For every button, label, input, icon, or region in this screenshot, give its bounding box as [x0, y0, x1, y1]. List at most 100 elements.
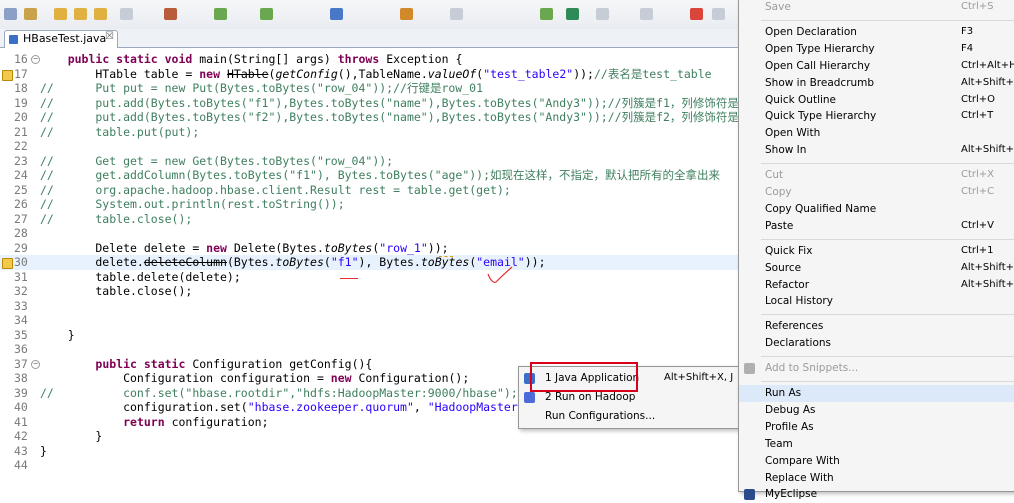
code-line[interactable]: 24 // get.addColumn(Bytes.toBytes("f1"), …: [0, 168, 738, 183]
toolbar-icon[interactable]: [54, 8, 67, 20]
code-line[interactable]: 17 HTable table = new HTable(getConfig()…: [0, 67, 738, 82]
menu-item-replace-with[interactable]: Replace With: [739, 470, 1014, 487]
warning-marker-icon[interactable]: [2, 258, 13, 269]
menu-item-show-in-breadcrumb[interactable]: Show in Breadcrumb Alt+Shift+B: [739, 75, 1014, 92]
toolbar-icon[interactable]: [712, 8, 725, 20]
menu-item-open-declaration[interactable]: Open Declaration F3: [739, 24, 1014, 41]
code-line[interactable]: 26 // System.out.println(rest.toString())…: [0, 197, 738, 212]
menu-item-label: Show In: [765, 144, 807, 157]
menu-item-profile-as[interactable]: Profile As: [739, 419, 1014, 436]
menu-item-debug-as[interactable]: Debug As: [739, 402, 1014, 419]
line-number: 43: [14, 443, 28, 458]
code-line[interactable]: 36: [0, 342, 738, 357]
toolbar-icon[interactable]: [4, 8, 17, 20]
menu-item-quick-outline[interactable]: Quick Outline Ctrl+O: [739, 92, 1014, 109]
code-line[interactable]: 43}: [0, 444, 738, 459]
menu-item-paste[interactable]: Paste Ctrl+V: [739, 218, 1014, 235]
close-icon[interactable]: ☒: [105, 31, 114, 42]
toolbar-icon[interactable]: [400, 8, 413, 20]
tab-hbasetest-java[interactable]: HBaseTest.java ☒: [4, 30, 118, 48]
line-number: 42: [14, 429, 28, 443]
toolbar-icon[interactable]: [690, 8, 703, 20]
code-line[interactable]: 31 table.delete(delete);: [0, 270, 738, 285]
line-number: 31: [14, 269, 28, 284]
line-number: 22: [14, 139, 28, 153]
menu-item-open-with[interactable]: Open With: [739, 125, 1014, 142]
code-text: public static void main(String[] args) t…: [67, 52, 463, 66]
toolbar-icon[interactable]: [24, 8, 37, 20]
code-text: // System.out.println(rest.toString());: [40, 197, 345, 211]
line-number: 44: [14, 458, 28, 472]
menu-item-declarations[interactable]: Declarations: [739, 335, 1014, 352]
code-line[interactable]: 35 }: [0, 328, 738, 343]
menu-item-accelerator: Alt+Shift+W: [961, 144, 1014, 156]
code-line[interactable]: 33: [0, 299, 738, 314]
code-line[interactable]: 20 // put.add(Bytes.toBytes("f2"),Bytes.t…: [0, 110, 760, 125]
code-line[interactable]: 25 // org.apache.hadoop.hbase.client.Resu…: [0, 183, 738, 198]
menu-item-save: Save Ctrl+S: [739, 0, 1014, 16]
toolbar-icon[interactable]: [640, 8, 653, 20]
menu-item-label: Local History: [765, 295, 833, 308]
submenu-item[interactable]: Run Configurations...: [519, 408, 739, 425]
menu-item-run-as[interactable]: Run As: [739, 385, 1014, 402]
code-line[interactable]: 18 // Put put = new Put(Bytes.toBytes("ro…: [0, 81, 738, 96]
toolbar-icon[interactable]: [260, 8, 273, 20]
toolbar-icon[interactable]: [214, 8, 227, 20]
code-line[interactable]: 22: [0, 139, 738, 154]
toolbar-icon[interactable]: [566, 8, 579, 20]
menu-item-local-history[interactable]: Local History: [739, 293, 1014, 310]
menu-item-label: Refactor: [765, 278, 810, 291]
code-line[interactable]: 29 Delete delete = new Delete(Bytes.toBy…: [0, 241, 738, 256]
code-text: return configuration;: [123, 414, 269, 429]
menu-item-label: Quick Outline: [765, 93, 837, 106]
fold-toggle-icon[interactable]: −: [31, 359, 40, 369]
line-number: 25: [14, 182, 28, 197]
menu-item-label: Profile As: [765, 420, 814, 433]
menu-item-show-in[interactable]: Show In Alt+Shift+W: [739, 142, 1014, 159]
menu-item-quick-fix[interactable]: Quick Fix Ctrl+1: [739, 243, 1014, 260]
menu-item-team[interactable]: Team: [739, 436, 1014, 453]
fold-toggle-icon[interactable]: −: [31, 55, 40, 64]
menu-item-label: MyEclipse: [765, 488, 818, 501]
menu-item-copy-qualified-name[interactable]: Copy Qualified Name: [739, 201, 1014, 218]
menu-item-references[interactable]: References: [739, 318, 1014, 335]
menu-item-label: Source: [765, 261, 802, 274]
code-text: }: [40, 327, 75, 342]
code-text: // Put put = new Put(Bytes.toBytes("row_…: [40, 81, 483, 95]
code-line[interactable]: 32 table.close();: [0, 284, 738, 299]
menu-item-compare-with[interactable]: Compare With: [739, 453, 1014, 470]
toolbar-icon[interactable]: [164, 8, 177, 20]
menu-item-open-type-hierarchy[interactable]: Open Type Hierarchy F4: [739, 41, 1014, 58]
main-toolbar: [0, 0, 738, 30]
line-number: 20: [14, 110, 28, 124]
code-line[interactable]: 19 // put.add(Bytes.toBytes("f1"),Bytes.t…: [0, 96, 760, 111]
code-line[interactable]: 42 }: [0, 429, 738, 444]
toolbar-icon[interactable]: [330, 8, 343, 20]
menu-item-copy: Copy Ctrl+C: [739, 184, 1014, 201]
code-line[interactable]: 23 // Get get = new Get(Bytes.toBytes("ro…: [0, 154, 738, 169]
code-line[interactable]: 30 delete.deleteColumn(Bytes.toBytes("f1…: [0, 255, 738, 270]
menu-item-open-call-hierarchy[interactable]: Open Call Hierarchy Ctrl+Alt+H: [739, 58, 1014, 75]
toolbar-icon[interactable]: [94, 8, 107, 20]
line-number: 28: [14, 226, 28, 240]
menu-item-refactor[interactable]: Refactor Alt+Shift+T: [739, 277, 1014, 294]
code-text: configuration.set("hbase.zookeeper.quoru…: [40, 400, 518, 414]
menu-item-source[interactable]: Source Alt+Shift+S: [739, 260, 1014, 277]
code-line[interactable]: 21 // table.put(put);: [0, 125, 738, 140]
toolbar-icon[interactable]: [596, 8, 609, 20]
code-line[interactable]: 27 // table.close();: [0, 212, 738, 227]
toolbar-icon[interactable]: [540, 8, 553, 20]
toolbar-icon[interactable]: [120, 8, 133, 20]
line-number: 30: [14, 255, 28, 269]
toolbar-icon[interactable]: [74, 8, 87, 20]
warning-marker-icon[interactable]: [2, 69, 13, 81]
code-line[interactable]: 44: [0, 458, 738, 473]
line-number: 36: [14, 342, 28, 356]
line-number: 38: [14, 371, 28, 385]
code-line[interactable]: 16− public static void main(String[] arg…: [0, 52, 738, 67]
menu-item-myeclipse[interactable]: MyEclipse: [739, 486, 1014, 503]
code-line[interactable]: 34: [0, 313, 738, 328]
toolbar-icon[interactable]: [450, 8, 463, 20]
code-line[interactable]: 28: [0, 226, 738, 241]
menu-item-quick-type-hierarchy[interactable]: Quick Type Hierarchy Ctrl+T: [739, 108, 1014, 125]
